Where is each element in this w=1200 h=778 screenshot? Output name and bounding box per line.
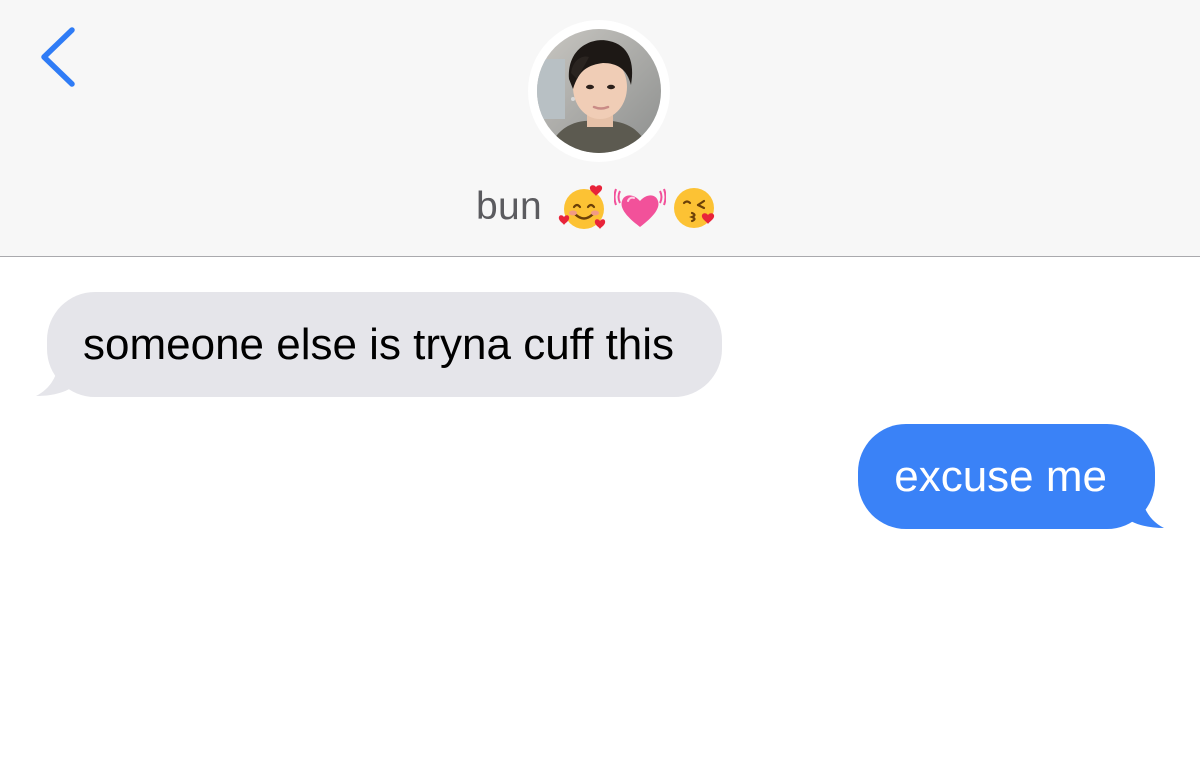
imessage-screen: bun someone else is tryna cuff this excu… xyxy=(0,0,1200,778)
outgoing-message-text: excuse me xyxy=(894,451,1107,501)
kissing-face-icon xyxy=(670,181,722,233)
outgoing-message-bubble[interactable]: excuse me xyxy=(858,424,1155,529)
chevron-left-icon xyxy=(41,27,75,87)
beating-heart-icon xyxy=(613,181,666,233)
avatar-photo xyxy=(537,29,661,153)
incoming-message-bubble[interactable]: someone else is tryna cuff this xyxy=(47,292,723,397)
smiling-face-with-hearts-icon xyxy=(558,181,610,233)
contact-name: bun xyxy=(476,185,542,228)
conversation-header: bun xyxy=(0,0,1200,257)
contact-name-row[interactable]: bun xyxy=(0,178,1200,236)
back-button[interactable] xyxy=(30,20,90,90)
incoming-message-text: someone else is tryna cuff this xyxy=(83,319,675,369)
avatar-ring xyxy=(528,20,670,162)
avatar[interactable] xyxy=(537,29,661,153)
